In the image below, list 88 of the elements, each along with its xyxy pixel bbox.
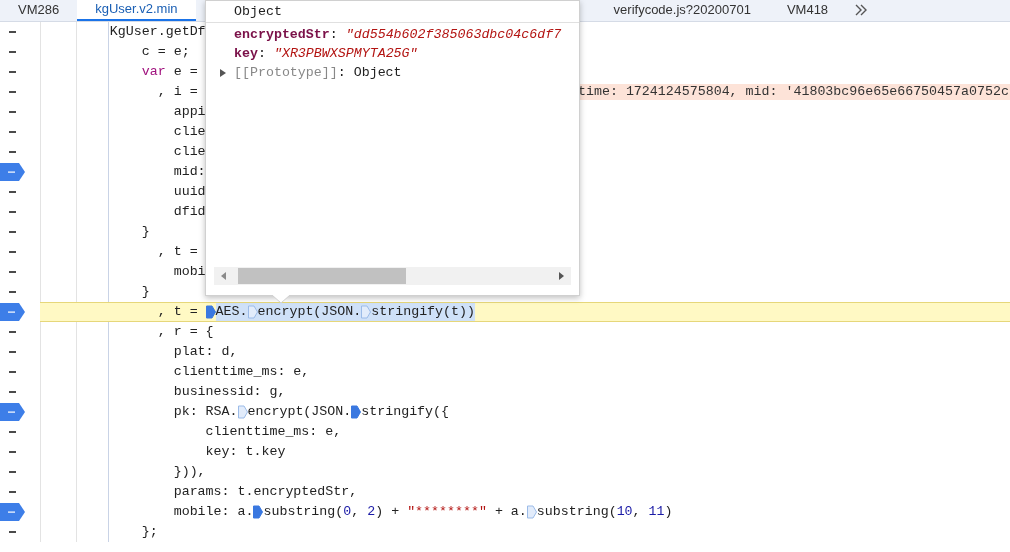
gutter-dash-icon[interactable] bbox=[9, 391, 16, 393]
gutter-dash-icon[interactable] bbox=[9, 71, 16, 73]
code-token: stringify({ bbox=[361, 403, 450, 422]
gutter-dash-icon[interactable] bbox=[9, 431, 16, 433]
gutter-dash-icon[interactable] bbox=[9, 251, 16, 253]
property-row-text: key: "XR3PBWXSPMYTA25G" bbox=[234, 45, 419, 63]
gutter-dash-icon[interactable] bbox=[9, 231, 16, 233]
chevrons-right-icon[interactable] bbox=[854, 4, 869, 16]
code-token: , r = { bbox=[156, 323, 214, 342]
code-token: ) + bbox=[375, 503, 401, 522]
code-token: substring( bbox=[536, 503, 617, 522]
scroll-left-icon[interactable] bbox=[220, 271, 228, 281]
code-token: c = e; bbox=[140, 43, 190, 62]
code-token: , bbox=[351, 503, 361, 522]
gutter-dash-icon[interactable] bbox=[9, 491, 16, 493]
file-tab[interactable]: kgUser.v2.min bbox=[77, 0, 196, 21]
file-tab[interactable]: VM286 bbox=[0, 0, 78, 21]
expand-triangle-icon[interactable] bbox=[218, 67, 228, 78]
gutter-dash-icon[interactable] bbox=[9, 451, 16, 453]
breakpoint-icon[interactable] bbox=[0, 163, 26, 181]
gutter-dash-icon[interactable] bbox=[9, 111, 16, 113]
gutter-dash-icon[interactable] bbox=[9, 371, 16, 373]
breakpoint-marker-icon[interactable] bbox=[351, 405, 362, 419]
gutter-dash-icon[interactable] bbox=[9, 271, 16, 273]
code-token: })), bbox=[172, 463, 206, 482]
inline-value: time: 1724124575804, mid: '41803bc96e65e66750457a0752c bbox=[578, 84, 1010, 100]
code-token: clienttime_ms: e, bbox=[204, 423, 342, 442]
code-token: , bbox=[632, 503, 642, 522]
code-token: "********" bbox=[407, 503, 487, 522]
code-token: encrypt(JSON. bbox=[247, 403, 352, 422]
code-token: e = bbox=[172, 63, 198, 82]
file-tab[interactable]: VM418 bbox=[768, 0, 847, 21]
file-tab[interactable]: verifycode.js?20200701 bbox=[595, 0, 769, 21]
code-token: businessid: g, bbox=[172, 383, 286, 402]
breakpoint-marker-icon[interactable] bbox=[361, 305, 372, 319]
scrollbar-thumb[interactable] bbox=[238, 268, 406, 284]
breakpoint-marker-icon[interactable] bbox=[237, 405, 248, 419]
selected-code: AES. encrypt(JSON. stringify(t)) bbox=[215, 303, 475, 321]
gutter-dash-icon[interactable] bbox=[9, 191, 16, 193]
breakpoint-icon[interactable] bbox=[0, 403, 26, 421]
code-token: pk: RSA. bbox=[172, 403, 238, 422]
gutter-dash-icon[interactable] bbox=[9, 351, 16, 353]
code-token: substring( bbox=[263, 503, 344, 522]
breakpoint-marker-icon[interactable] bbox=[526, 505, 537, 519]
gutter-dash-icon[interactable] bbox=[9, 131, 16, 133]
code-token: clie bbox=[172, 123, 206, 142]
code-token: mid: bbox=[172, 163, 206, 182]
code-token: clienttime_ms: e, bbox=[172, 363, 310, 382]
code-token: KgUser.getDf bbox=[108, 23, 206, 42]
code-token: } bbox=[140, 223, 150, 242]
breakpoint-icon[interactable] bbox=[0, 303, 26, 321]
code-token: appi bbox=[172, 103, 206, 122]
code-token: }; bbox=[140, 523, 158, 542]
code-token: key: t.key bbox=[204, 443, 286, 462]
gutter-dash-icon[interactable] bbox=[9, 151, 16, 153]
gutter-dash-icon[interactable] bbox=[9, 331, 16, 333]
gutter-dash-icon[interactable] bbox=[9, 211, 16, 213]
breakpoint-marker-icon[interactable] bbox=[253, 505, 264, 519]
code-token: , i = bbox=[156, 83, 198, 102]
gutter-dash-icon[interactable] bbox=[9, 91, 16, 93]
breakpoint-icon[interactable] bbox=[0, 503, 26, 521]
code-token: + a. bbox=[493, 503, 527, 522]
code-token: clie bbox=[172, 143, 206, 162]
code-token: , t = bbox=[156, 243, 198, 262]
breakpoint-marker-icon[interactable] bbox=[247, 305, 258, 319]
code-token: } bbox=[140, 283, 150, 302]
popover-title: Object bbox=[206, 1, 579, 23]
gutter-dash-icon[interactable] bbox=[9, 471, 16, 473]
prototype-row-text: [[Prototype]]: Object bbox=[234, 64, 402, 82]
code-token: params: t.encryptedStr, bbox=[172, 483, 358, 502]
code-token: 2 bbox=[367, 503, 376, 522]
gutter-dash-icon[interactable] bbox=[9, 31, 16, 33]
gutter-dash-icon[interactable] bbox=[9, 291, 16, 293]
code-token: plat: d, bbox=[172, 343, 238, 362]
code-token: 11 bbox=[648, 503, 665, 522]
gutter-dash-icon[interactable] bbox=[9, 531, 16, 533]
code-token: mobi bbox=[172, 263, 206, 282]
code-token: mobile: a. bbox=[172, 503, 254, 522]
code-token: 10 bbox=[616, 503, 633, 522]
code-token: uuid bbox=[172, 183, 206, 202]
code-token: 0 bbox=[343, 503, 352, 522]
scroll-right-icon[interactable] bbox=[557, 271, 565, 281]
code-token: ) bbox=[664, 503, 673, 522]
property-row-text: encryptedStr: "dd554b602f385063dbc04c6df7 bbox=[234, 26, 563, 44]
code-token: var bbox=[140, 63, 166, 82]
code-token: , t = bbox=[156, 303, 199, 322]
gutter-dash-icon[interactable] bbox=[9, 51, 16, 53]
code-token: dfid bbox=[172, 203, 206, 222]
